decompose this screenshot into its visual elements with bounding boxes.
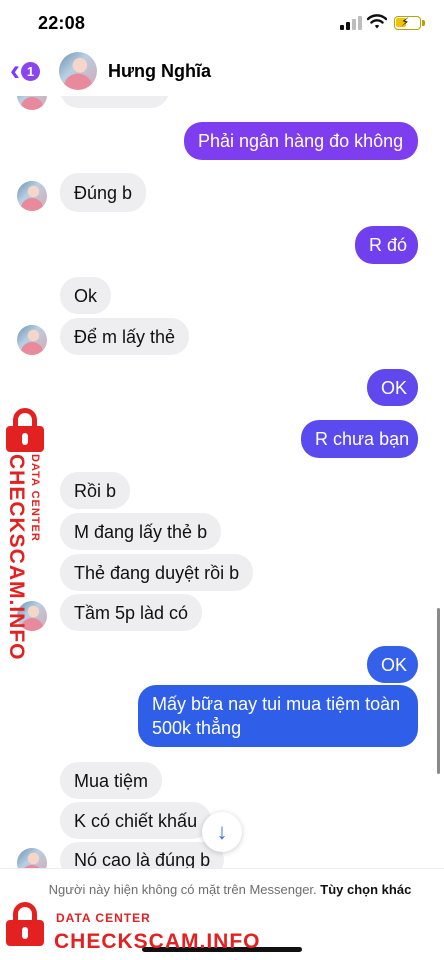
message-incoming[interactable]: K có chiết khấu <box>60 802 212 839</box>
watermark-small-text: DATA CENTER <box>56 911 151 925</box>
sender-avatar[interactable] <box>17 325 47 355</box>
unread-badge: 1 <box>21 61 40 81</box>
contact-avatar[interactable] <box>59 52 97 90</box>
back-button[interactable]: ‹ 1 <box>10 56 50 86</box>
message-incoming[interactable]: Rồi b <box>60 472 131 509</box>
cellular-signal-icon <box>340 16 362 30</box>
watermark-big-text: CHECKSCAM.INFO <box>5 454 28 661</box>
message-outgoing[interactable]: OK <box>367 646 418 683</box>
watermark-side: CHECKSCAM.INFO DATA CENTER <box>2 408 50 661</box>
watermark-big-text: CHECKSCAM.INFO <box>54 930 261 953</box>
message-incoming[interactable]: Ok <box>60 277 112 314</box>
message-outgoing[interactable]: OK <box>367 369 418 406</box>
battery-charging-icon: ⚡ <box>394 15 425 30</box>
scrollbar[interactable] <box>437 608 440 774</box>
notice-text: Người này hiện không có mặt trên Messeng… <box>48 882 317 897</box>
status-time: 22:08 <box>38 13 86 33</box>
scroll-to-bottom-button[interactable]: ↓ <box>202 812 242 852</box>
lock-icon <box>4 408 46 452</box>
message-incoming[interactable]: Đúng b <box>60 173 147 212</box>
message-incoming[interactable]: Để m lấy thẻ <box>60 318 190 355</box>
status-bar: 22:08 ⚡ <box>0 0 444 46</box>
arrow-down-icon: ↓ <box>216 819 228 844</box>
message-outgoing[interactable]: R chưa bạn <box>301 420 418 458</box>
message-incoming[interactable]: Mua tiệm <box>60 762 163 799</box>
message-incoming[interactable]: Tầm 5p làd có <box>60 594 203 631</box>
watermark-small-text: DATA CENTER <box>29 454 41 542</box>
other-options-link[interactable]: Tùy chọn khác <box>320 882 411 897</box>
contact-name[interactable]: Hưng Nghĩa <box>108 61 211 82</box>
conversation-header: ‹ 1 Hưng Nghĩa <box>0 46 444 96</box>
lock-icon <box>4 902 46 946</box>
chevron-left-icon: ‹ <box>10 54 20 87</box>
message-incoming[interactable]: M đang lấy thẻ b <box>60 513 222 550</box>
sender-avatar[interactable] <box>17 181 47 211</box>
watermark-bottom: DATA CENTER CHECKSCAM.INFO <box>4 896 304 960</box>
message-incoming[interactable]: Thẻ đang duyệt rồi b <box>60 554 254 591</box>
wifi-icon <box>367 14 387 29</box>
message-outgoing[interactable]: R đó <box>355 226 418 264</box>
message-outgoing[interactable]: Mấy bữa nay tui mua tiệm toàn 500k thẳng <box>138 685 418 747</box>
message-outgoing[interactable]: Phải ngân hàng đo không <box>184 122 418 160</box>
